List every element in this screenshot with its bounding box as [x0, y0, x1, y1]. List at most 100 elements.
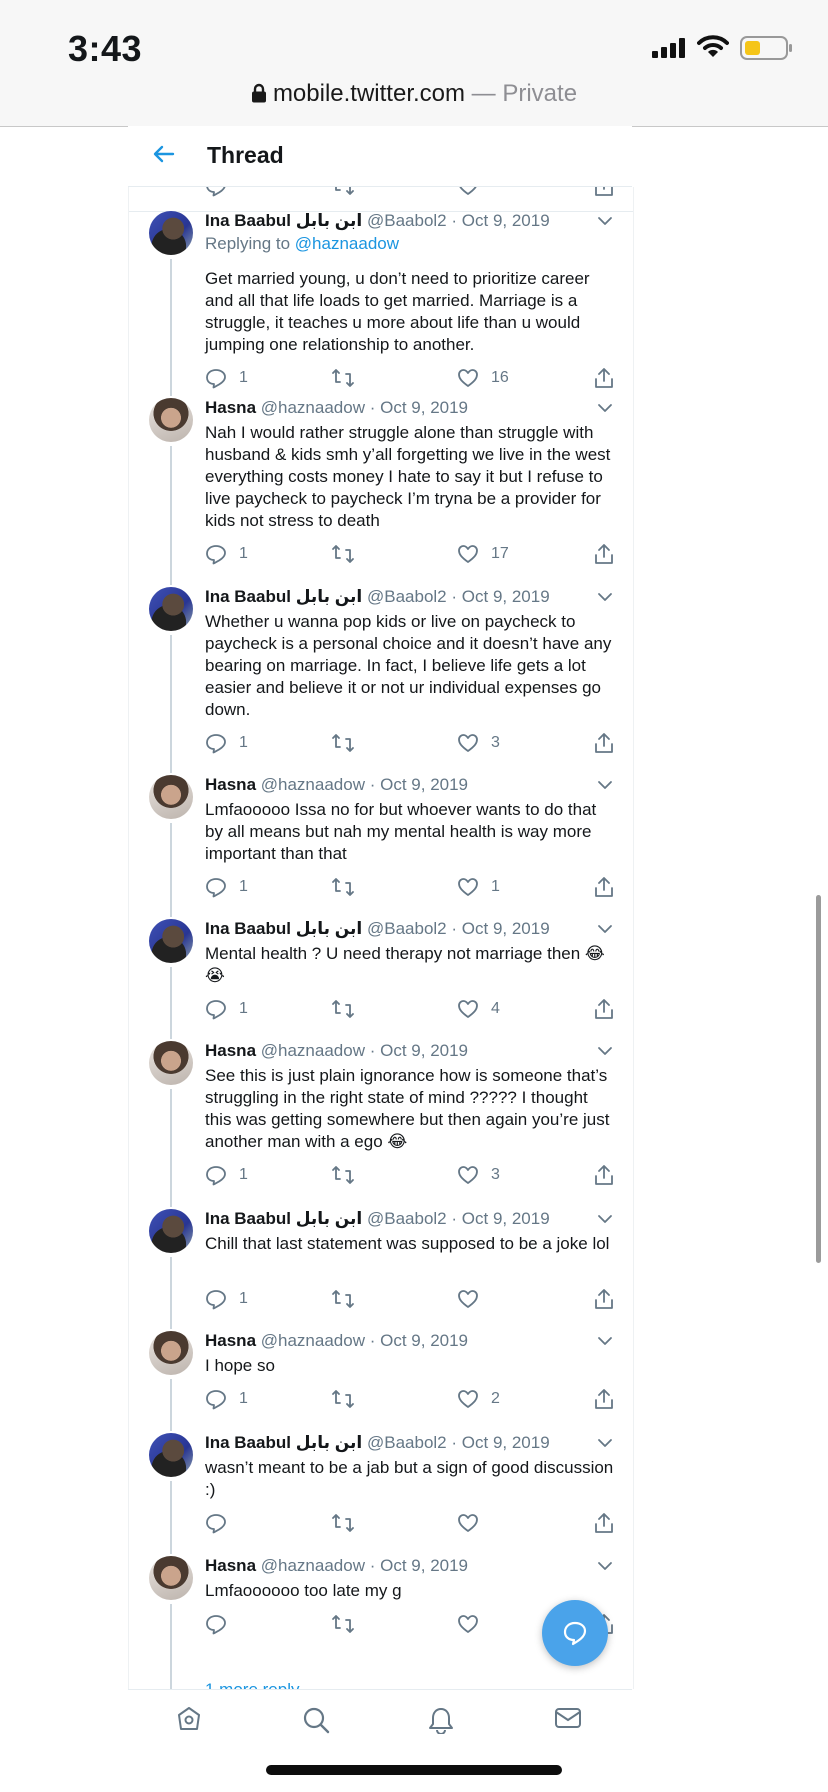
replying-to-handle[interactable]: @haznaadow: [295, 234, 399, 253]
search-icon[interactable]: [302, 1706, 330, 1734]
like-button[interactable]: 3: [457, 731, 500, 755]
chevron-down-icon[interactable]: [597, 1437, 613, 1449]
retweet-button[interactable]: [331, 542, 367, 566]
share-button[interactable]: [593, 997, 615, 1021]
share-button[interactable]: [593, 366, 615, 390]
user-handle[interactable]: @haznaadow: [261, 1331, 365, 1350]
like-button[interactable]: [457, 1287, 491, 1311]
user-handle[interactable]: @Baabol2: [367, 919, 447, 938]
user-handle[interactable]: @haznaadow: [261, 398, 365, 417]
like-button[interactable]: 17: [457, 542, 509, 566]
chevron-down-icon[interactable]: [597, 1045, 613, 1057]
tweet[interactable]: Hasna @haznaadow · Oct 9, 2019 Lmfaooooo …: [129, 765, 633, 917]
display-name[interactable]: Ina Baabul ابن بابل: [205, 1209, 362, 1228]
tweet[interactable]: Hasna @haznaadow · Oct 9, 2019 I hope so 1…: [129, 1321, 633, 1431]
retweet-button[interactable]: [331, 1511, 367, 1535]
user-handle[interactable]: @Baabol2: [367, 1433, 447, 1452]
reply-button[interactable]: [205, 1511, 239, 1535]
avatar[interactable]: [149, 1556, 193, 1600]
chevron-down-icon[interactable]: [597, 779, 613, 791]
home-icon[interactable]: [176, 1706, 202, 1732]
like-button[interactable]: 4: [457, 997, 500, 1021]
display-name[interactable]: Ina Baabul ابن بابل: [205, 919, 362, 938]
tweet[interactable]: Ina Baabul ابن بابل @Baabol2 · Oct 9, 20…: [129, 1199, 633, 1329]
share-button[interactable]: [593, 875, 615, 899]
user-handle[interactable]: @Baabol2: [367, 587, 447, 606]
tweet-date[interactable]: Oct 9, 2019: [380, 1556, 468, 1575]
retweet-button[interactable]: [331, 1287, 367, 1311]
user-handle[interactable]: @haznaadow: [261, 775, 365, 794]
avatar[interactable]: [149, 211, 193, 255]
chevron-down-icon[interactable]: [597, 402, 613, 414]
reply-button[interactable]: 1: [205, 997, 248, 1021]
tweet-date[interactable]: Oct 9, 2019: [380, 398, 468, 417]
reply-button[interactable]: 1: [205, 731, 248, 755]
compose-reply-button[interactable]: [542, 1600, 608, 1666]
chevron-down-icon[interactable]: [597, 215, 613, 227]
tweet-date[interactable]: Oct 9, 2019: [462, 211, 550, 230]
chevron-down-icon[interactable]: [597, 1560, 613, 1572]
arrow-left-icon[interactable]: [152, 142, 176, 166]
tweet[interactable]: Ina Baabul ابن بابل @Baabol2 · Oct 9, 20…: [129, 201, 633, 396]
retweet-button[interactable]: [331, 1163, 367, 1187]
tweet[interactable]: Ina Baabul ابن بابل @Baabol2 · Oct 9, 20…: [129, 577, 633, 773]
share-button[interactable]: [593, 1163, 615, 1187]
user-handle[interactable]: @haznaadow: [261, 1041, 365, 1060]
avatar[interactable]: [149, 1433, 193, 1477]
share-button[interactable]: [593, 731, 615, 755]
like-button[interactable]: 1: [457, 875, 500, 899]
tweet[interactable]: Hasna @haznaadow · Oct 9, 2019 Nah I woul…: [129, 388, 633, 585]
tweet-date[interactable]: Oct 9, 2019: [462, 919, 550, 938]
tweet-date[interactable]: Oct 9, 2019: [380, 1041, 468, 1060]
user-handle[interactable]: @Baabol2: [367, 211, 447, 230]
tweet[interactable]: Hasna @haznaadow · Oct 9, 2019 See this i…: [129, 1031, 633, 1207]
user-handle[interactable]: @Baabol2: [367, 1209, 447, 1228]
display-name[interactable]: Hasna: [205, 1041, 256, 1060]
reply-button[interactable]: 1: [205, 366, 248, 390]
reply-button[interactable]: 1: [205, 1387, 248, 1411]
tweet-date[interactable]: Oct 9, 2019: [380, 775, 468, 794]
tweet-date[interactable]: Oct 9, 2019: [462, 1433, 550, 1452]
display-name[interactable]: Ina Baabul ابن بابل: [205, 587, 362, 606]
like-button[interactable]: [457, 1612, 491, 1636]
chevron-down-icon[interactable]: [597, 1335, 613, 1347]
reply-button[interactable]: [205, 187, 227, 198]
user-handle[interactable]: @haznaadow: [261, 1556, 365, 1575]
share-button[interactable]: [593, 1287, 615, 1311]
retweet-button[interactable]: [331, 875, 367, 899]
mail-icon[interactable]: [554, 1706, 582, 1730]
scrollbar[interactable]: [816, 895, 821, 1263]
display-name[interactable]: Hasna: [205, 398, 256, 417]
chevron-down-icon[interactable]: [597, 1213, 613, 1225]
reply-button[interactable]: [205, 1612, 239, 1636]
display-name[interactable]: Hasna: [205, 775, 256, 794]
retweet-button[interactable]: [331, 187, 355, 198]
more-replies-link[interactable]: 1 more reply: [205, 1680, 299, 1689]
tweet[interactable]: Ina Baabul ابن بابل @Baabol2 · Oct 9, 20…: [129, 909, 633, 1039]
tweet-date[interactable]: Oct 9, 2019: [462, 587, 550, 606]
avatar[interactable]: [149, 1209, 193, 1253]
avatar[interactable]: [149, 775, 193, 819]
avatar[interactable]: [149, 1331, 193, 1375]
reply-button[interactable]: 1: [205, 1287, 248, 1311]
share-button[interactable]: [593, 542, 615, 566]
share-button[interactable]: [593, 1511, 615, 1535]
avatar[interactable]: [149, 398, 193, 442]
retweet-button[interactable]: [331, 1612, 367, 1636]
like-button[interactable]: [457, 1511, 491, 1535]
chevron-down-icon[interactable]: [597, 591, 613, 603]
display-name[interactable]: Ina Baabul ابن بابل: [205, 211, 362, 230]
retweet-button[interactable]: [331, 366, 367, 390]
address-bar[interactable]: mobile.twitter.com — Private: [0, 80, 828, 108]
display-name[interactable]: Hasna: [205, 1331, 256, 1350]
share-button[interactable]: [593, 187, 615, 198]
like-button[interactable]: 16: [457, 366, 509, 390]
avatar[interactable]: [149, 587, 193, 631]
reply-button[interactable]: 1: [205, 542, 248, 566]
tweet[interactable]: Ina Baabul ابن بابل @Baabol2 · Oct 9, 20…: [129, 1423, 633, 1554]
tweet-date[interactable]: Oct 9, 2019: [462, 1209, 550, 1228]
display-name[interactable]: Hasna: [205, 1556, 256, 1575]
retweet-button[interactable]: [331, 1387, 367, 1411]
display-name[interactable]: Ina Baabul ابن بابل: [205, 1433, 362, 1452]
tweet-date[interactable]: Oct 9, 2019: [380, 1331, 468, 1350]
